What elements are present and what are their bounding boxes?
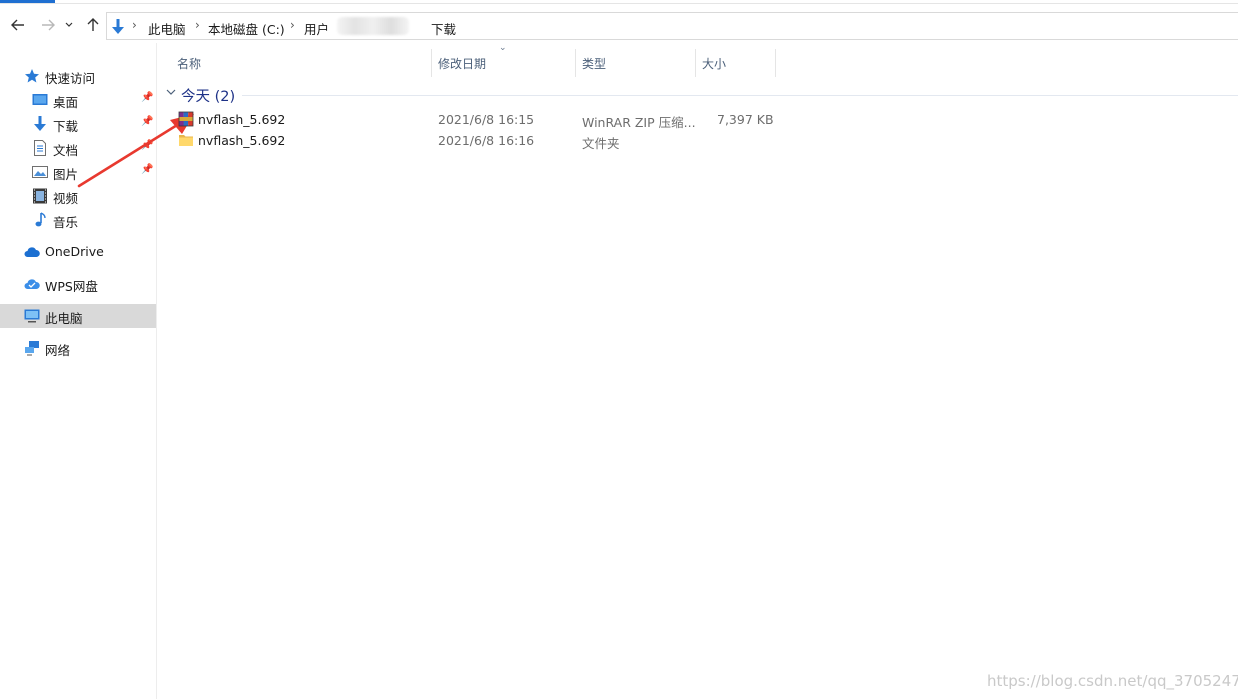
computer-icon — [24, 309, 40, 323]
sidebar-item-network[interactable]: 网络 — [0, 336, 156, 360]
up-arrow-icon — [87, 18, 99, 31]
download-arrow-icon — [34, 116, 46, 131]
address-bar[interactable]: › 此电脑 › 本地磁盘 (C:) › 用户 下载 — [106, 12, 1238, 40]
sidebar-item-label: WPS网盘 — [45, 279, 98, 294]
winrar-archive-icon — [178, 111, 194, 127]
music-icon — [35, 212, 46, 227]
pictures-icon — [32, 166, 48, 178]
sidebar-item-label: 快速访问 — [45, 71, 96, 86]
breadcrumb-downloads[interactable]: 下载 — [431, 19, 456, 38]
column-header-label: 类型 — [582, 57, 607, 71]
column-divider[interactable] — [775, 49, 776, 77]
column-header-label: 名称 — [177, 57, 202, 71]
file-type: WinRAR ZIP 压缩... — [582, 115, 696, 130]
onedrive-cloud-icon — [24, 247, 40, 257]
file-size: 7,397 KB — [717, 112, 774, 127]
pin-icon[interactable]: 📌 — [141, 92, 153, 103]
forward-arrow-icon — [42, 19, 55, 31]
download-folder-icon — [112, 19, 124, 34]
desktop-icon — [32, 94, 48, 105]
window-top-border — [0, 0, 1238, 4]
network-icon — [25, 341, 39, 356]
navigation-bar: › 此电脑 › 本地磁盘 (C:) › 用户 下载 — [0, 9, 1238, 43]
folder-icon — [179, 135, 193, 146]
file-date: 2021/6/8 16:16 — [438, 133, 535, 148]
video-icon — [33, 188, 47, 204]
breadcrumb-separator: › — [132, 18, 137, 32]
chevron-down-icon — [166, 89, 176, 95]
column-header-name[interactable]: 名称 — [158, 43, 432, 77]
column-header-size[interactable]: 大小 — [696, 43, 776, 77]
up-button[interactable] — [83, 15, 103, 35]
file-name: nvflash_5.692 — [198, 112, 286, 127]
forward-button[interactable] — [38, 15, 58, 35]
breadcrumb-separator: › — [195, 18, 200, 32]
sidebar-item-onedrive[interactable]: OneDrive — [0, 240, 156, 264]
document-icon — [34, 140, 46, 156]
sidebar-item-label: 音乐 — [53, 215, 79, 230]
breadcrumb-separator: › — [290, 18, 295, 32]
file-name: nvflash_5.692 — [198, 133, 286, 148]
sidebar-item-label: 此电脑 — [45, 311, 83, 326]
back-button[interactable] — [8, 15, 28, 35]
sidebar-item-quick-access[interactable]: 快速访问 — [0, 64, 156, 88]
back-arrow-icon — [11, 19, 24, 31]
breadcrumb-local-disk[interactable]: 本地磁盘 (C:) — [208, 19, 285, 38]
sidebar-item-this-pc[interactable]: 此电脑 — [0, 304, 156, 328]
sidebar-item-wps-drive[interactable]: WPS网盘 — [0, 272, 156, 296]
redacted-username — [337, 17, 409, 35]
breadcrumb-this-pc[interactable]: 此电脑 — [148, 19, 186, 38]
wps-cloud-icon — [24, 279, 40, 289]
file-row[interactable]: nvflash_5.692 2021/6/8 16:15 WinRAR ZIP … — [170, 109, 1170, 130]
group-divider — [242, 95, 1238, 96]
column-header-label: 大小 — [702, 57, 727, 71]
star-icon — [25, 69, 39, 83]
file-type: 文件夹 — [582, 136, 620, 151]
chevron-down-icon — [65, 22, 73, 27]
column-header-type[interactable]: 类型 — [576, 43, 696, 77]
file-list-pane: 名称 修改日期 ⌄ 类型 大小 今天 (2) nvflash_5.692 202… — [158, 43, 1238, 699]
breadcrumb-users[interactable]: 用户 — [304, 19, 329, 38]
column-header-label: 修改日期 — [438, 57, 487, 71]
sidebar-item-music[interactable]: 音乐 — [0, 208, 156, 232]
file-date: 2021/6/8 16:15 — [438, 112, 535, 127]
file-row[interactable]: nvflash_5.692 2021/6/8 16:16 文件夹 — [170, 130, 1170, 151]
ribbon-tab-accent — [0, 0, 55, 3]
watermark: https://blog.csdn.net/qq_37052471 — [987, 672, 1238, 690]
sidebar-item-label: OneDrive — [45, 244, 104, 259]
recent-locations-button[interactable] — [62, 15, 76, 35]
sort-indicator-icon: ⌄ — [499, 43, 507, 53]
sidebar-item-label: 网络 — [45, 343, 71, 358]
group-title: 今天 (2) — [181, 89, 236, 105]
